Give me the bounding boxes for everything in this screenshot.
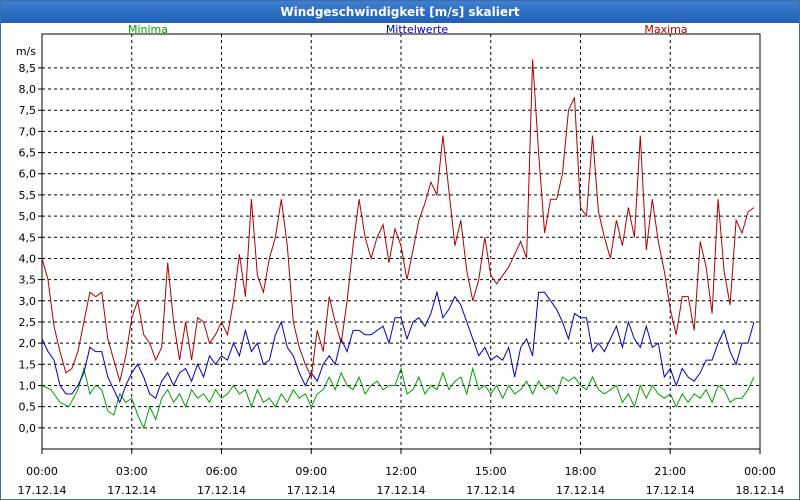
x-tick-date: 18.12.14 [736,484,785,497]
y-tick-label: 4,5 [19,231,37,244]
x-tick-date: 17.12.14 [287,484,336,497]
y-tick-label: 1,5 [19,358,37,371]
y-tick-label: 8,0 [19,83,37,96]
y-tick-label: 6,0 [19,168,37,181]
x-tick-time: 00:00 [744,465,776,478]
x-tick-date: 17.12.14 [466,484,515,497]
chart-window: Windgeschwindigkeit [m/s] skaliert 0,0 0,… [0,0,800,500]
x-tick-date: 17.12.14 [107,484,156,497]
y-tick-label: 7,0 [19,125,37,138]
x-tick-time: 15:00 [475,465,507,478]
series-line-maxima [41,59,755,384]
y-tick-label: 5,0 [19,210,37,223]
legend-minima: Minima [128,23,168,36]
x-tick-date: 17.12.14 [556,484,605,497]
x-tick-date: 17.12.14 [18,484,67,497]
x-tick-time: 09:00 [295,465,327,478]
title-bar: Windgeschwindigkeit [m/s] skaliert [1,1,799,23]
x-tick-time: 21:00 [654,465,686,478]
y-tick-label: 5,5 [19,189,37,202]
x-tick-time: 12:00 [385,465,417,478]
y-tick-label: 2,5 [19,316,37,329]
y-tick-label: 0,0 [19,422,37,435]
y-axis-label: m/s [16,45,36,58]
y-tick-label: 4,0 [19,252,37,265]
series-line-minima [41,366,755,430]
y-tick-label: 8,5 [19,62,37,75]
x-tick-date: 17.12.14 [197,484,246,497]
y-tick-label: 3,5 [19,274,37,287]
y-tick-label: 2,0 [19,337,37,350]
legend-mittelwerte: Mittelwerte [386,23,449,36]
y-tick-label: 0,5 [19,401,37,414]
y-tick-label: 3,0 [19,295,37,308]
x-tick-time: 18:00 [565,465,597,478]
y-tick-label: 1,0 [19,379,37,392]
chart-area: 0,0 0,5 1,0 1,5 2,0 2,5 3,0 3,5 4,0 4,5 5,0 5,5 6,0 6… [16,23,785,497]
x-tick-time: 03:00 [116,465,148,478]
y-tick-label: 6,5 [19,147,37,160]
x-tick-date: 17.12.14 [377,484,426,497]
x-tick-time: 00:00 [26,465,58,478]
legend-maxima: Maxima [644,23,687,36]
y-tick-label: 7,5 [19,104,37,117]
x-tick-date: 17.12.14 [646,484,695,497]
x-tick-time: 06:00 [206,465,238,478]
